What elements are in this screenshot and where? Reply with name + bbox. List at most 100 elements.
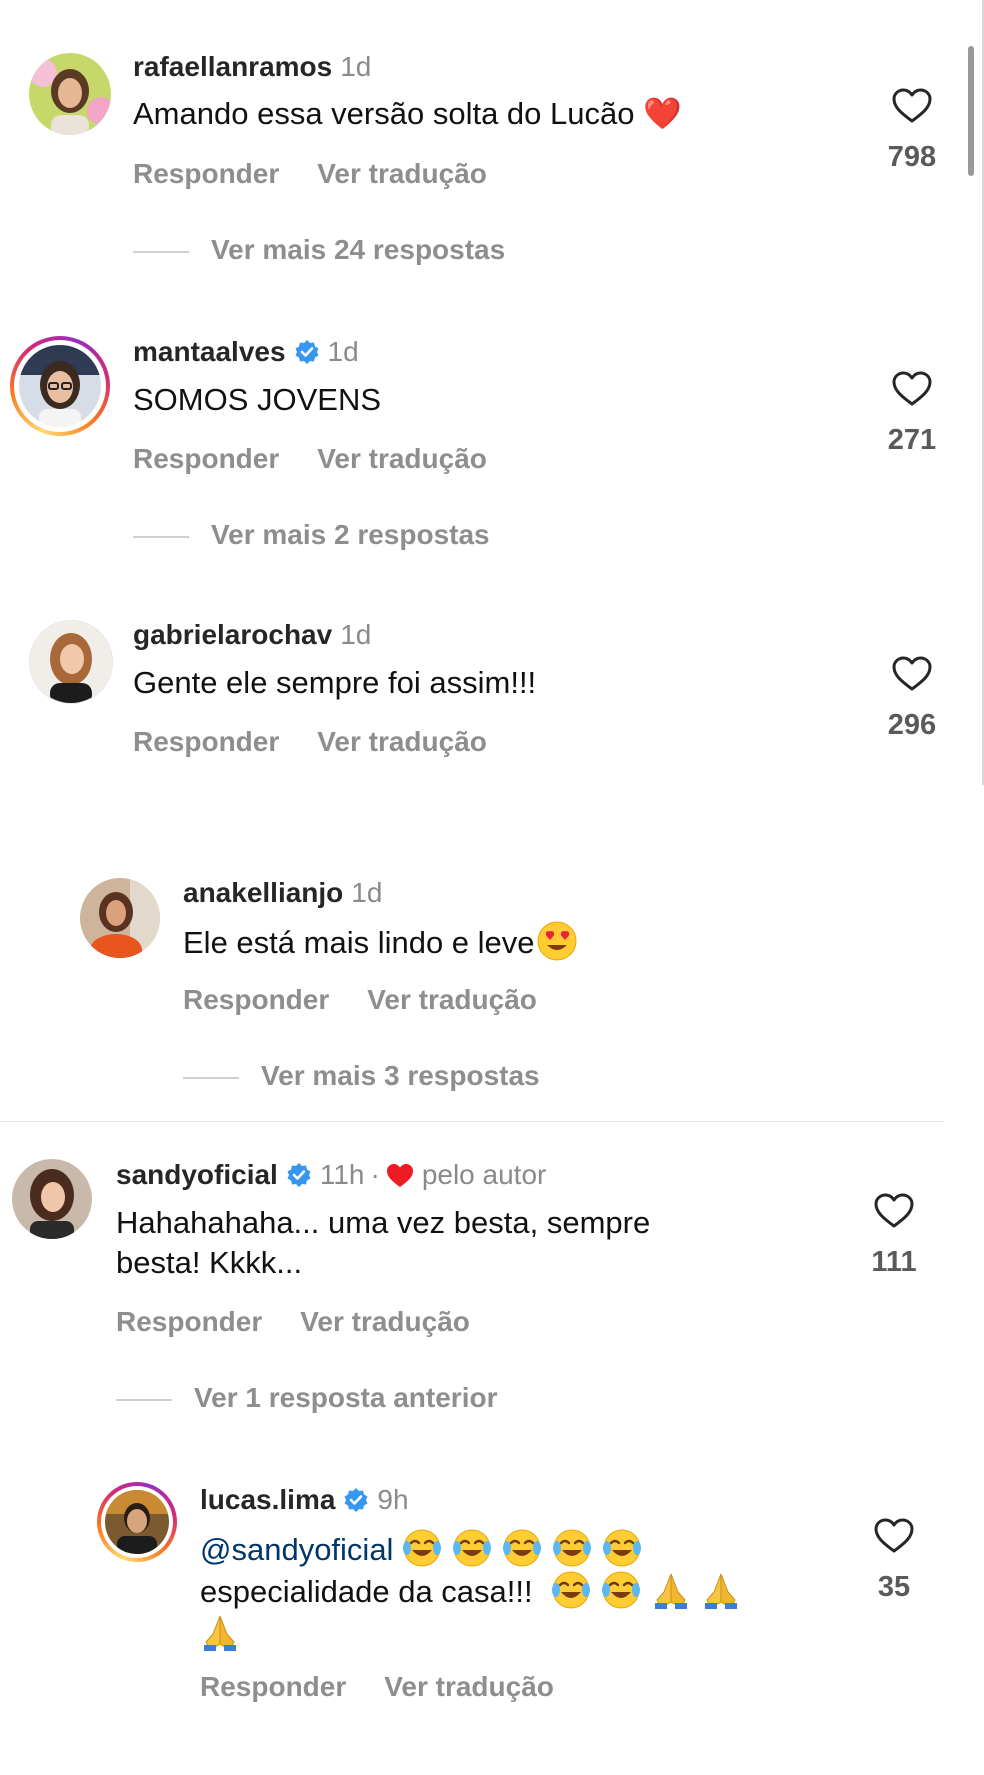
thread-line [133, 535, 189, 538]
translate-button[interactable]: Ver tradução [317, 443, 487, 474]
view-more-replies-label[interactable]: Ver mais 3 respostas [261, 1060, 540, 1091]
heart-outline-icon[interactable] [874, 1518, 914, 1554]
folded-hands-emoji-icon [705, 1573, 738, 1609]
view-previous-reply[interactable]: Ver 1 resposta anterior [116, 1381, 497, 1415]
comment-text-line [200, 1612, 840, 1654]
avatar[interactable] [105, 1490, 169, 1554]
like-count: 271 [887, 424, 937, 456]
tears-of-joy-emoji-icon [453, 1529, 492, 1567]
thread-line [183, 1076, 239, 1079]
story-ring[interactable] [10, 336, 110, 436]
liked-by-author-label: pelo autor [421, 1159, 547, 1190]
avatar[interactable] [29, 53, 111, 135]
comment-header: sandyoficial 11h · pelo autor [116, 1158, 546, 1192]
comment-text-content: especialidade da casa!!! [200, 1574, 533, 1609]
like-button[interactable]: 271 [882, 371, 942, 457]
translate-button[interactable]: Ver tradução [300, 1306, 470, 1337]
like-button[interactable]: 35 [864, 1518, 924, 1604]
translate-button[interactable]: Ver tradução [317, 158, 487, 189]
comment-text-line: Hahahahaha... uma vez besta, sempre [116, 1205, 651, 1240]
view-previous-reply-label[interactable]: Ver 1 resposta anterior [194, 1382, 497, 1413]
reply-button[interactable]: Responder [133, 726, 279, 757]
scrollbar-thumb[interactable] [968, 46, 974, 176]
tears-of-joy-emoji-icon [503, 1529, 542, 1567]
comment-text-content: Gente ele sempre foi assim!!! [133, 665, 537, 700]
comment-text-content: SOMOS JOVENS [133, 382, 382, 417]
avatar[interactable] [80, 878, 160, 958]
comment-header: gabrielarochav 1d [133, 618, 371, 652]
folded-hands-emoji-icon [204, 1615, 236, 1651]
comment-text-line: @sandyoficial [200, 1528, 840, 1570]
verified-badge-icon [295, 340, 319, 364]
comment-header: anakellianjo 1d [183, 876, 382, 910]
translate-button[interactable]: Ver tradução [367, 984, 537, 1015]
heart-outline-icon[interactable] [892, 656, 932, 692]
timestamp: 9h [377, 1484, 409, 1515]
comment-text-line: especialidade da casa!!! [200, 1570, 840, 1612]
username[interactable]: mantaalves [133, 336, 286, 367]
username[interactable]: sandyoficial [116, 1159, 278, 1190]
tears-of-joy-emoji-icon [603, 1529, 642, 1567]
view-more-replies[interactable]: Ver mais 2 respostas [133, 518, 490, 552]
like-button[interactable]: 798 [882, 88, 942, 174]
view-more-replies[interactable]: Ver mais 24 respostas [133, 233, 505, 267]
comment-text: Gente ele sempre foi assim!!! [133, 663, 536, 703]
timestamp: 1d [351, 877, 383, 908]
red-heart-icon [386, 1164, 413, 1187]
comment-actions: Responder Ver tradução [183, 983, 537, 1017]
comment-text: Hahahahaha... uma vez besta, sempre best… [116, 1203, 650, 1283]
reply-button[interactable]: Responder [200, 1671, 346, 1702]
comment-text-content: Amando essa versão solta do Lucão ❤️ [133, 96, 682, 131]
translate-button[interactable]: Ver tradução [384, 1671, 554, 1702]
heart-outline-icon[interactable] [892, 88, 932, 124]
timestamp: 1d [340, 619, 372, 650]
comment-header: lucas.lima 9h [200, 1483, 409, 1517]
comment-text: Amando essa versão solta do Lucão ❤️ [133, 94, 682, 134]
like-count: 296 [887, 709, 937, 741]
comment-text: Ele está mais lindo e leve [183, 921, 587, 963]
comment-actions: Responder Ver tradução [133, 442, 487, 476]
avatar[interactable] [29, 620, 113, 704]
view-more-replies-label[interactable]: Ver mais 24 respostas [211, 234, 505, 265]
story-ring[interactable] [97, 1482, 177, 1562]
reply-button[interactable]: Responder [116, 1306, 262, 1337]
timestamp: 1d [340, 51, 372, 82]
avatar[interactable] [12, 1159, 92, 1239]
heart-outline-icon[interactable] [892, 371, 932, 407]
reply-button[interactable]: Responder [133, 158, 279, 189]
tears-of-joy-emoji-icon [552, 1571, 591, 1609]
translate-button[interactable]: Ver tradução [317, 726, 487, 757]
tears-of-joy-emoji-icon [403, 1529, 442, 1567]
comment-actions: Responder Ver tradução [133, 157, 487, 191]
like-button[interactable]: 111 [864, 1193, 924, 1279]
reply-button[interactable]: Responder [183, 984, 329, 1015]
username[interactable]: anakellianjo [183, 877, 343, 908]
timestamp: 1d [327, 336, 359, 367]
mention-link[interactable]: @sandyoficial [200, 1532, 393, 1567]
comment-text: SOMOS JOVENS [133, 380, 381, 420]
view-more-replies-label[interactable]: Ver mais 2 respostas [211, 519, 490, 550]
like-count: 111 [871, 1246, 917, 1278]
username[interactable]: rafaellanramos [133, 51, 332, 82]
verified-badge-icon [344, 1488, 368, 1512]
comment-text-line: besta! Kkkk... [116, 1245, 303, 1280]
avatar[interactable] [19, 345, 101, 427]
folded-hands-emoji-icon [655, 1573, 688, 1609]
username[interactable]: gabrielarochav [133, 619, 332, 650]
like-button[interactable]: 296 [882, 656, 942, 742]
heart-outline-icon[interactable] [874, 1193, 914, 1229]
comment-actions: Responder Ver tradução [200, 1670, 554, 1704]
comment-header: mantaalves 1d [133, 335, 359, 369]
separator-dot: · [370, 1159, 380, 1190]
comment-actions: Responder Ver tradução [116, 1305, 470, 1339]
view-more-replies[interactable]: Ver mais 3 respostas [183, 1059, 540, 1093]
username[interactable]: lucas.lima [200, 1484, 335, 1515]
reply-button[interactable]: Responder [133, 443, 279, 474]
section-divider [0, 1121, 944, 1122]
thread-line [116, 1398, 172, 1401]
thread-line [133, 250, 189, 253]
like-count: 35 [877, 1571, 911, 1603]
like-count: 798 [887, 141, 937, 173]
comment-actions: Responder Ver tradução [133, 725, 487, 759]
tears-of-joy-emoji-icon [602, 1571, 641, 1609]
